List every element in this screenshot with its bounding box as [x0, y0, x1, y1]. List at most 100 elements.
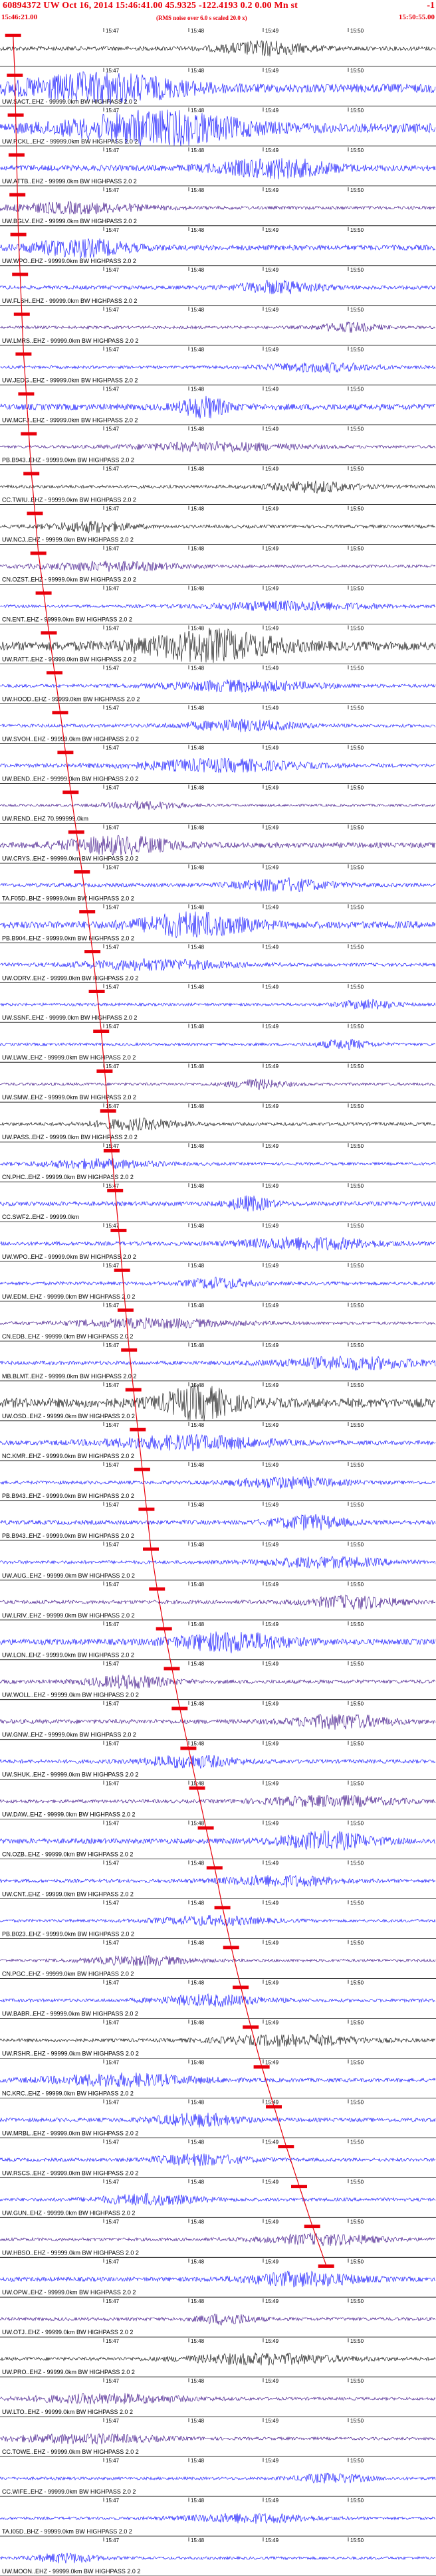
time-tick-label: 15:47 — [106, 506, 120, 512]
time-tick-label: 15:47 — [106, 944, 120, 950]
time-tick-label: 15:47 — [106, 1821, 120, 1827]
time-tick-label: 15:48 — [191, 1462, 205, 1468]
waveform-trace — [0, 40, 436, 56]
time-tick-label: 15:49 — [265, 586, 279, 592]
waveform-trace — [0, 679, 436, 693]
time-tick-label: 15:48 — [191, 2298, 205, 2304]
channel-label: UW.HOOD..EHZ - 99999.0km BW HIGHPASS 2.0… — [2, 696, 140, 703]
channel-label: NC.KMR..EHZ - 99999.0km BW HIGHPASS 2.0 … — [2, 1453, 134, 1459]
time-tick-label: 15:48 — [191, 1542, 205, 1548]
channel-label: PB.B943..EHZ - 99999.0km BW HIGHPASS 2.0… — [2, 1532, 134, 1539]
time-tick-label: 15:49 — [265, 2019, 279, 2025]
time-tick-label: 15:48 — [191, 1661, 205, 1667]
time-tick-label: 15:48 — [191, 227, 205, 233]
channel-label: CC.WIFE..EHZ - 99999.0km BW HIGHPASS 2.0… — [2, 2488, 136, 2495]
time-tick-label: 15:48 — [191, 2219, 205, 2225]
waveform-trace — [0, 2033, 436, 2047]
time-tick-label: 15:49 — [265, 2378, 279, 2384]
waveform-trace — [0, 1038, 436, 1050]
waveform-trace — [0, 1674, 436, 1689]
time-tick-label: 15:48 — [191, 426, 205, 432]
time-tick-label: 15:49 — [265, 904, 279, 910]
time-tick-label: 15:49 — [265, 546, 279, 552]
time-tick-label: 15:50 — [350, 147, 364, 153]
time-tick-label: 15:50 — [350, 1063, 364, 1069]
waveform-trace — [0, 2393, 436, 2405]
time-tick-label: 15:49 — [265, 864, 279, 870]
channel-label: CN.ENT..EHZ - 99999.0km BW HIGHPASS 2.0 … — [2, 616, 132, 623]
channel-label: TA.F05D..BHZ - 99999.0km BW HIGHPASS 2.0… — [2, 895, 134, 901]
channel-label: UW.HBSO..EHZ - 99999.0km BW HIGHPASS 2.0… — [2, 2249, 139, 2256]
time-tick-label: 15:48 — [191, 904, 205, 910]
time-tick-label: 15:49 — [265, 1661, 279, 1667]
waveform-trace — [0, 2472, 436, 2484]
waveform-trace — [0, 158, 436, 180]
time-tick-label: 15:50 — [350, 2338, 364, 2344]
time-tick-label: 15:48 — [191, 1502, 205, 1508]
channel-label: MB.BLMT..EHZ - 99999.0km BW HIGHPASS 2.0… — [2, 1373, 136, 1380]
time-tick-label: 15:50 — [350, 784, 364, 790]
channel-label: UW.WPO..EHZ - 99999.0km BW HIGHPASS 2.0 … — [2, 258, 136, 264]
waveform-trace — [0, 480, 436, 494]
time-tick-label: 15:50 — [350, 227, 364, 233]
time-tick-label: 15:47 — [106, 1542, 120, 1548]
time-tick-label: 15:48 — [191, 187, 205, 193]
time-tick-label: 15:47 — [106, 227, 120, 233]
time-tick-label: 15:48 — [191, 1024, 205, 1030]
time-tick-label: 15:50 — [350, 1582, 364, 1588]
time-tick-label: 15:48 — [191, 2498, 205, 2504]
time-tick-label: 15:47 — [106, 1582, 120, 1588]
time-tick-label: 15:50 — [350, 2179, 364, 2185]
time-tick-label: 15:48 — [191, 506, 205, 512]
time-tick-label: 15:49 — [265, 1462, 279, 1468]
time-tick-label: 15:50 — [350, 506, 364, 512]
channel-label: CN.OZST..EHZ - 99999.0km BW HIGHPASS 2.0… — [2, 577, 136, 583]
time-tick-label: 15:48 — [191, 2418, 205, 2424]
time-tick-label: 15:49 — [265, 187, 279, 193]
time-tick-label: 15:50 — [350, 426, 364, 432]
time-tick-label: 15:48 — [191, 1741, 205, 1747]
waveform-trace — [0, 998, 436, 1010]
waveform-trace — [0, 362, 436, 373]
waveform-trace — [0, 1594, 436, 1610]
time-tick-label: 15:47 — [106, 2179, 120, 2185]
channel-label: UW.OTJ..EHZ - 99999.0km BW HIGHPASS 2.0 … — [2, 2329, 133, 2336]
time-tick-label: 15:50 — [350, 1940, 364, 1946]
time-tick-label: 15:47 — [106, 705, 120, 711]
waveform-trace — [0, 561, 436, 572]
time-tick-label: 15:47 — [106, 347, 120, 353]
time-tick-label: 15:50 — [350, 1223, 364, 1229]
time-tick-label: 15:47 — [106, 984, 120, 990]
time-tick-label: 15:48 — [191, 1621, 205, 1627]
time-tick-label: 15:49 — [265, 2219, 279, 2225]
channel-label: UW.SHUK..EHZ - 99999.0km BW HIGHPASS 2.0… — [2, 1772, 138, 1778]
time-tick-label: 15:50 — [350, 2059, 364, 2065]
time-tick-label: 15:48 — [191, 267, 205, 273]
time-tick-label: 15:49 — [265, 1063, 279, 1069]
waveform-trace — [0, 1434, 436, 1451]
channel-label: UW.LMRS..EHZ - 99999.0km BW HIGHPASS 2.0… — [2, 337, 138, 344]
waveform-trace — [0, 1236, 436, 1251]
time-tick-label: 15:47 — [106, 426, 120, 432]
time-tick-label: 15:50 — [350, 1542, 364, 1548]
time-tick-label: 15:47 — [106, 904, 120, 910]
waveform-trace — [0, 2513, 436, 2524]
time-tick-label: 15:47 — [106, 2338, 120, 2344]
waveform-trace — [0, 2154, 436, 2167]
time-tick-label: 15:50 — [350, 68, 364, 74]
start-time: 15:46:21.00 — [1, 13, 38, 21]
time-tick-label: 15:50 — [350, 1342, 364, 1348]
time-tick-label: 15:50 — [350, 2498, 364, 2504]
time-tick-label: 15:47 — [106, 466, 120, 472]
time-tick-label: 15:49 — [265, 1342, 279, 1348]
waveform-trace — [0, 1117, 436, 1131]
channel-label: UW.LON..EHZ - 99999.0km BW HIGHPASS 2.0 … — [2, 1652, 134, 1659]
time-tick-label: 15:48 — [191, 347, 205, 353]
waveform-trace — [0, 280, 436, 295]
time-tick-label: 15:47 — [106, 784, 120, 790]
channel-label: CN.OZB..EHZ - 99999.0km BW HIGHPASS 2.0 … — [2, 1851, 133, 1858]
time-tick-label: 15:49 — [265, 1024, 279, 1030]
time-tick-label: 15:47 — [106, 1861, 120, 1867]
time-tick-label: 15:48 — [191, 1582, 205, 1588]
channel-label: TA.I05D..BHZ - 99999.0km BW HIGHPASS 2.0… — [2, 2528, 132, 2535]
